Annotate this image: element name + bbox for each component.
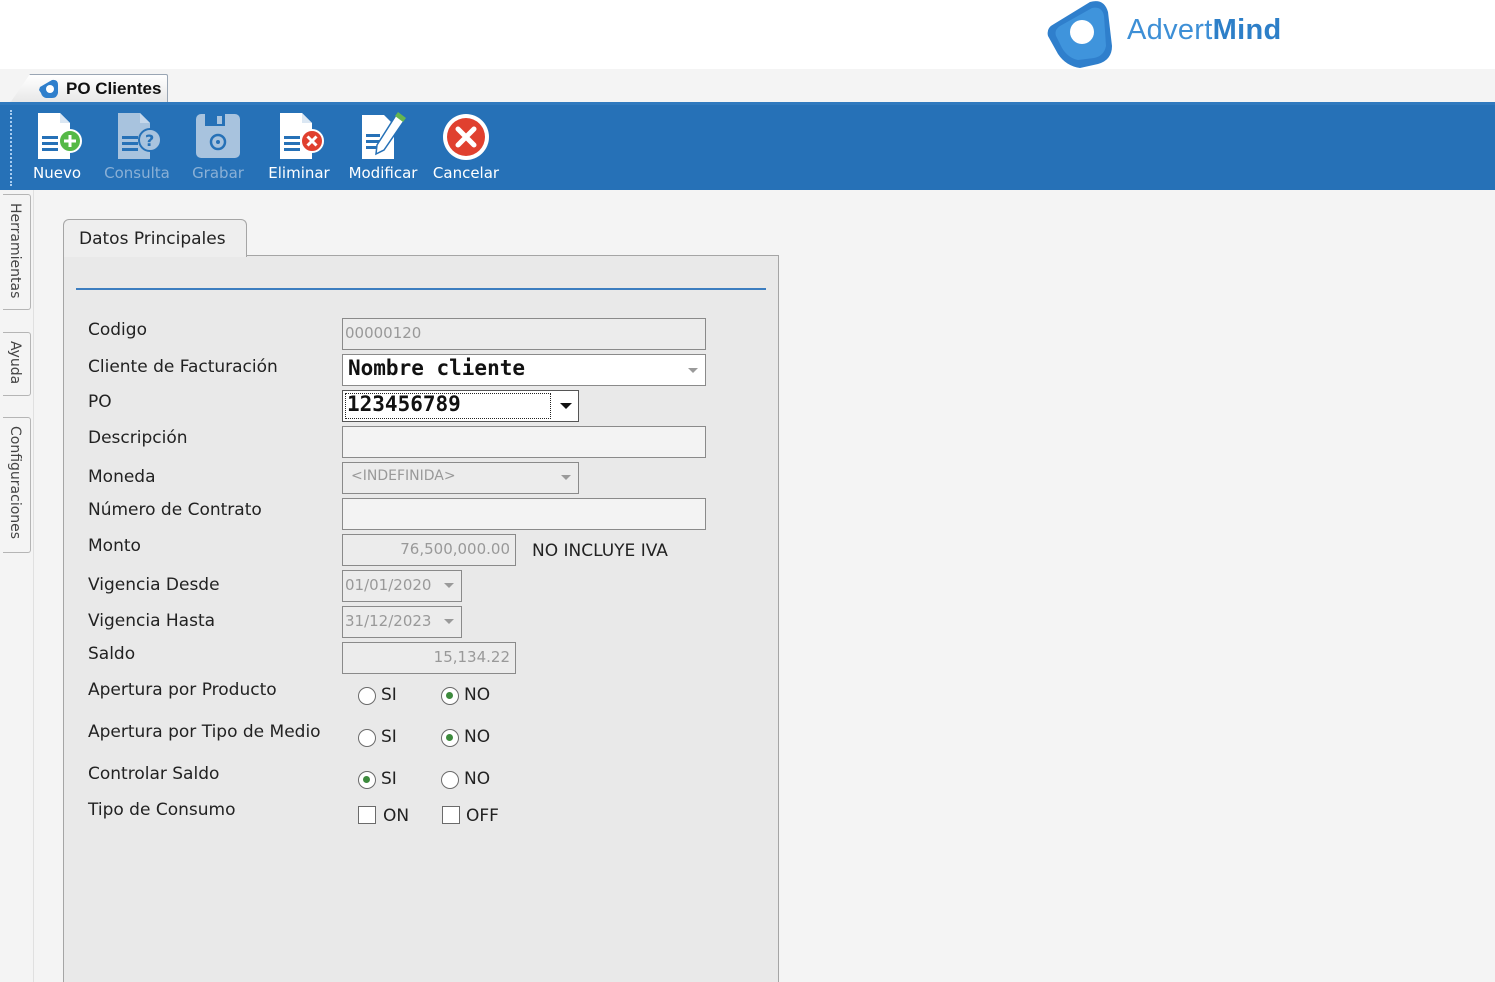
descripcion-input[interactable] xyxy=(342,426,706,458)
modificar-button[interactable]: Modificar xyxy=(344,108,422,186)
cliente-label: Cliente de Facturación xyxy=(88,357,278,377)
tipo-consumo-label: Tipo de Consumo xyxy=(88,800,236,820)
controlar-saldo-label: Controlar Saldo xyxy=(88,764,220,784)
side-tab-configuraciones-label: Configuraciones xyxy=(7,426,23,540)
side-tab-ayuda[interactable]: Ayuda xyxy=(3,332,31,396)
moneda-label: Moneda xyxy=(88,467,156,487)
side-tab-configuraciones[interactable]: Configuraciones xyxy=(3,417,31,553)
moneda-dropdown-chevron-icon[interactable] xyxy=(561,475,571,480)
codigo-label: Codigo xyxy=(88,320,147,340)
eliminar-label: Eliminar xyxy=(268,164,330,182)
codigo-value: 00000120 xyxy=(345,324,422,342)
svg-text:?: ? xyxy=(145,131,154,150)
tipo-consumo-on-label: ON xyxy=(383,806,410,826)
controlar-saldo-no-label: NO xyxy=(464,769,491,789)
po-value: 123456789 xyxy=(347,392,461,416)
apertura-producto-si-radio[interactable] xyxy=(358,687,376,705)
new-document-icon xyxy=(38,113,82,159)
consulta-button[interactable]: ? Consulta xyxy=(104,108,170,186)
moneda-value: <INDEFINIDA> xyxy=(351,468,456,484)
contrato-input[interactable] xyxy=(342,498,706,530)
po-dropdown-chevron-icon[interactable] xyxy=(560,403,572,409)
tab-datos-principales-label: Datos Principales xyxy=(79,229,226,249)
cliente-facturacion-select[interactable]: Nombre cliente xyxy=(342,354,706,386)
cancel-circle-icon xyxy=(443,114,489,160)
apertura-medio-label: Apertura por Tipo de Medio xyxy=(88,722,321,742)
controlar-saldo-no-radio[interactable] xyxy=(441,771,459,789)
saldo-value: 15,134.22 xyxy=(433,648,510,666)
tab-po-clientes-label: PO Clientes xyxy=(66,79,162,98)
tab-logo-icon xyxy=(39,79,58,98)
po-select[interactable]: 123456789 xyxy=(342,390,579,422)
cliente-facturacion-value: Nombre cliente xyxy=(348,356,526,380)
tipo-consumo-on-checkbox[interactable] xyxy=(358,806,376,824)
tipo-consumo-off-checkbox[interactable] xyxy=(442,806,460,824)
cancelar-button[interactable]: Cancelar xyxy=(430,108,502,186)
contrato-label: Número de Contrato xyxy=(88,500,262,520)
apertura-medio-si-radio[interactable] xyxy=(358,729,376,747)
monto-label: Monto xyxy=(88,536,141,556)
monto-value: 76,500,000.00 xyxy=(400,540,510,558)
grabar-label: Grabar xyxy=(192,164,244,182)
monto-iva-note: NO INCLUYE IVA xyxy=(532,541,668,561)
vigencia-desde-value: 01/01/2020 xyxy=(345,576,432,594)
advertmind-logo-icon xyxy=(1047,1,1112,68)
consulta-label: Consulta xyxy=(104,164,170,182)
side-tab-ayuda-label: Ayuda xyxy=(7,341,23,385)
vigencia-hasta-date[interactable]: 31/12/2023 xyxy=(342,606,462,638)
save-disk-icon xyxy=(196,114,240,158)
apertura-medio-no-radio[interactable] xyxy=(441,729,459,747)
grabar-button[interactable]: Grabar xyxy=(188,108,248,186)
vigencia-desde-label: Vigencia Desde xyxy=(88,575,220,595)
edit-document-icon xyxy=(362,110,408,159)
moneda-select[interactable]: <INDEFINIDA> xyxy=(342,462,579,494)
contrato-text-input[interactable] xyxy=(343,499,705,529)
apertura-producto-label: Apertura por Producto xyxy=(88,680,277,700)
cliente-dropdown-chevron-icon[interactable] xyxy=(688,368,698,373)
query-document-icon: ? xyxy=(118,113,162,159)
cancelar-label: Cancelar xyxy=(432,164,500,182)
vigencia-desde-chevron-icon[interactable] xyxy=(444,583,454,588)
panel-divider xyxy=(76,288,766,290)
po-label: PO xyxy=(88,392,112,412)
controlar-saldo-si-radio[interactable] xyxy=(358,771,376,789)
vigencia-hasta-label: Vigencia Hasta xyxy=(88,611,216,631)
saldo-label: Saldo xyxy=(88,644,136,664)
side-tab-herramientas-label: Herramientas xyxy=(7,203,23,299)
codigo-field: 00000120 xyxy=(342,318,706,350)
controlar-saldo-si-label: SI xyxy=(381,769,397,789)
saldo-field: 15,134.22 xyxy=(342,642,516,674)
window-tab-strip xyxy=(0,69,1495,103)
descripcion-label: Descripción xyxy=(88,428,188,448)
brand-name: AdvertMind xyxy=(1127,14,1282,46)
side-tab-herramientas[interactable]: Herramientas xyxy=(3,194,31,310)
apertura-medio-si-label: SI xyxy=(381,727,397,747)
vigencia-hasta-value: 31/12/2023 xyxy=(345,612,432,630)
nuevo-label: Nuevo xyxy=(32,164,81,182)
tipo-consumo-off-label: OFF xyxy=(466,806,499,826)
descripcion-text-input[interactable] xyxy=(343,427,705,457)
delete-document-icon xyxy=(280,113,324,159)
apertura-producto-si-label: SI xyxy=(381,685,397,705)
nuevo-button[interactable]: Nuevo xyxy=(26,108,88,186)
eliminar-button[interactable]: Eliminar xyxy=(266,108,332,186)
apertura-producto-no-label: NO xyxy=(464,685,491,705)
apertura-medio-no-label: NO xyxy=(464,727,491,747)
vigencia-hasta-chevron-icon[interactable] xyxy=(444,619,454,624)
vigencia-desde-date[interactable]: 01/01/2020 xyxy=(342,570,462,602)
modificar-label: Modificar xyxy=(348,164,418,182)
toolbar-grip[interactable] xyxy=(10,110,13,186)
monto-field: 76,500,000.00 xyxy=(342,534,516,566)
apertura-producto-no-radio[interactable] xyxy=(441,687,459,705)
